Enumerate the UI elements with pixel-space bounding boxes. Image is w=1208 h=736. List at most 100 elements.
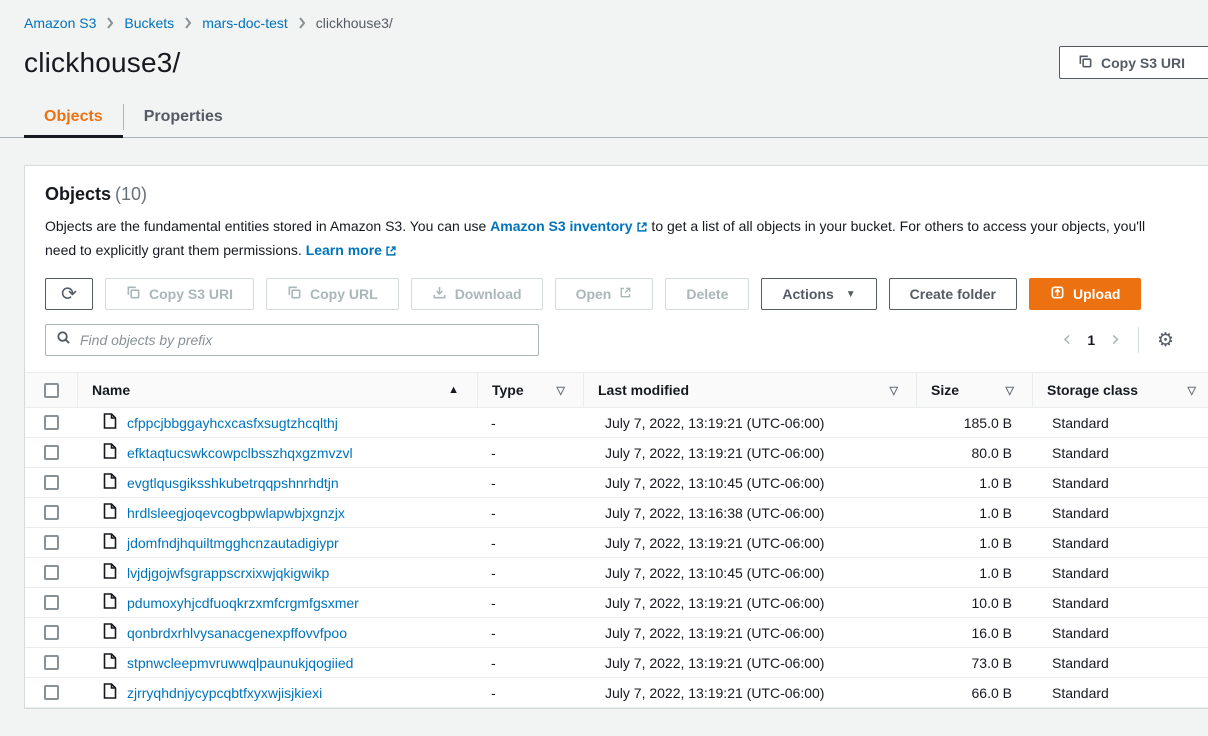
row-checkbox-cell	[25, 498, 77, 527]
select-all-checkbox[interactable]	[44, 383, 59, 398]
column-header-size[interactable]: Size ▽	[916, 373, 1032, 407]
object-storage-class: Standard	[1032, 505, 1208, 521]
external-link-icon	[636, 217, 648, 239]
row-checkbox[interactable]	[44, 625, 59, 640]
breadcrumb-amazon-s3[interactable]: Amazon S3	[24, 15, 96, 31]
row-checkbox[interactable]	[44, 595, 59, 610]
actions-dropdown-button[interactable]: Actions ▼	[761, 278, 876, 310]
objects-table: Name ▲ Type ▽ Last modified ▽ Size ▽ Sto…	[25, 372, 1208, 708]
object-name-link[interactable]: qonbrdxrhlvysanacgenexpffovvfpoo	[127, 625, 347, 641]
upload-button[interactable]: Upload	[1029, 278, 1141, 310]
object-name-link[interactable]: lvjdjgojwfsgrappscrxixwjqkigwikp	[127, 565, 329, 581]
column-header-last-modified[interactable]: Last modified ▽	[583, 373, 916, 407]
object-rows: cfppcjbbggayhcxcasfxsugtzhcqlthj - July …	[25, 408, 1208, 708]
object-name-cell: zjrryqhdnjycypcqbtfxyxwjisjkiexi	[77, 683, 477, 702]
object-storage-class: Standard	[1032, 595, 1208, 611]
object-size: 1.0 B	[916, 505, 1032, 521]
object-last-modified: July 7, 2022, 13:19:21 (UTC-06:00)	[583, 445, 916, 461]
object-type: -	[477, 475, 583, 491]
objects-count: (10)	[115, 184, 147, 204]
object-name-cell: lvjdjgojwfsgrappscrxixwjqkigwikp	[77, 563, 477, 582]
copy-s3-uri-top-button[interactable]: Copy S3 URI	[1059, 46, 1208, 79]
select-all-cell	[25, 373, 77, 407]
table-row: cfppcjbbggayhcxcasfxsugtzhcqlthj - July …	[25, 408, 1208, 438]
object-type: -	[477, 535, 583, 551]
object-name-link[interactable]: jdomfndjhquiltmgghcnzautadigiypr	[127, 535, 339, 551]
row-checkbox[interactable]	[44, 505, 59, 520]
row-checkbox[interactable]	[44, 475, 59, 490]
objects-heading: Objects(10)	[45, 184, 1194, 205]
table-row: zjrryqhdnjycypcqbtfxyxwjisjkiexi - July …	[25, 678, 1208, 708]
object-name-link[interactable]: efktaqtucswkcowpclbsszhqxgzmvzvl	[127, 445, 353, 461]
object-last-modified: July 7, 2022, 13:19:21 (UTC-06:00)	[583, 415, 916, 431]
object-name-cell: pdumoxyhjcdfuoqkrzxmfcrgmfgsxmer	[77, 593, 477, 612]
row-checkbox[interactable]	[44, 415, 59, 430]
object-name-cell: stpnwcleepmvruwwqlpaunukjqogiied	[77, 653, 477, 672]
refresh-button[interactable]: ⟳	[45, 278, 93, 310]
breadcrumb-buckets[interactable]: Buckets	[124, 15, 174, 31]
object-name-link[interactable]: hrdlsleegjoqevcogbpwlapwbjxgnzjx	[127, 505, 345, 521]
table-row: pdumoxyhjcdfuoqkrzxmfcrgmfgsxmer - July …	[25, 588, 1208, 618]
copy-s3-uri-label: Copy S3 URI	[149, 286, 233, 302]
object-name-link[interactable]: zjrryqhdnjycypcqbtfxyxwjisjkiexi	[127, 685, 322, 701]
file-icon	[103, 563, 117, 582]
open-label: Open	[576, 286, 612, 302]
tab-properties[interactable]: Properties	[124, 97, 243, 137]
row-checkbox[interactable]	[44, 565, 59, 580]
create-folder-button[interactable]: Create folder	[889, 278, 1017, 310]
object-name-cell: jdomfndjhquiltmgghcnzautadigiypr	[77, 533, 477, 552]
external-link-icon	[385, 241, 397, 263]
breadcrumb-current-folder: clickhouse3/	[316, 15, 393, 31]
table-row: hrdlsleegjoqevcogbpwlapwbjxgnzjx - July …	[25, 498, 1208, 528]
object-storage-class: Standard	[1032, 685, 1208, 701]
column-last-modified-label: Last modified	[598, 382, 689, 398]
sort-icon: ▽	[1188, 384, 1196, 397]
tab-objects[interactable]: Objects	[24, 97, 123, 137]
refresh-icon: ⟳	[61, 283, 77, 305]
row-checkbox[interactable]	[44, 445, 59, 460]
current-page-number[interactable]: 1	[1087, 332, 1095, 348]
row-checkbox-cell	[25, 618, 77, 647]
column-name-label: Name	[92, 382, 130, 398]
table-row: qonbrdxrhlvysanacgenexpffovvfpoo - July …	[25, 618, 1208, 648]
copy-icon	[1078, 54, 1093, 72]
search-box	[45, 324, 539, 356]
column-header-name[interactable]: Name ▲	[77, 373, 477, 407]
object-name-cell: qonbrdxrhlvysanacgenexpffovvfpoo	[77, 623, 477, 642]
object-size: 66.0 B	[916, 685, 1032, 701]
object-storage-class: Standard	[1032, 625, 1208, 641]
row-checkbox[interactable]	[44, 655, 59, 670]
row-checkbox-cell	[25, 678, 77, 707]
object-type: -	[477, 565, 583, 581]
pagination-divider	[1138, 327, 1139, 353]
file-icon	[103, 593, 117, 612]
object-name-link[interactable]: stpnwcleepmvruwwqlpaunukjqogiied	[127, 655, 353, 671]
object-last-modified: July 7, 2022, 13:19:21 (UTC-06:00)	[583, 595, 916, 611]
column-header-type[interactable]: Type ▽	[477, 373, 583, 407]
object-name-link[interactable]: pdumoxyhjcdfuoqkrzxmfcrgmfgsxmer	[127, 595, 359, 611]
object-name-link[interactable]: evgtlqusgiksshkubetrqqpshnrhdtjn	[127, 475, 339, 491]
gear-icon[interactable]: ⚙	[1157, 329, 1174, 351]
object-name-cell: efktaqtucswkcowpclbsszhqxgzmvzvl	[77, 443, 477, 462]
object-type: -	[477, 595, 583, 611]
object-name-link[interactable]: cfppcjbbggayhcxcasfxsugtzhcqlthj	[127, 415, 338, 431]
tab-bar: Objects Properties	[0, 97, 1208, 138]
search-input[interactable]	[80, 332, 528, 348]
column-type-label: Type	[492, 382, 524, 398]
object-type: -	[477, 445, 583, 461]
amazon-s3-inventory-link[interactable]: Amazon S3 inventory	[490, 218, 647, 234]
page-title: clickhouse3/	[24, 47, 1184, 79]
object-name-cell: evgtlqusgiksshkubetrqqpshnrhdtjn	[77, 473, 477, 492]
copy-s3-uri-top-label: Copy S3 URI	[1101, 55, 1185, 71]
table-row: evgtlqusgiksshkubetrqqpshnrhdtjn - July …	[25, 468, 1208, 498]
upload-icon	[1050, 285, 1065, 303]
chevron-right-icon	[298, 17, 306, 29]
breadcrumb: Amazon S3 Buckets mars-doc-test clickhou…	[0, 0, 1208, 31]
object-type: -	[477, 625, 583, 641]
column-header-storage-class[interactable]: Storage class ▽	[1032, 373, 1208, 407]
object-type: -	[477, 685, 583, 701]
breadcrumb-bucket-name[interactable]: mars-doc-test	[202, 15, 288, 31]
row-checkbox[interactable]	[44, 685, 59, 700]
learn-more-link[interactable]: Learn more	[306, 242, 397, 258]
row-checkbox[interactable]	[44, 535, 59, 550]
